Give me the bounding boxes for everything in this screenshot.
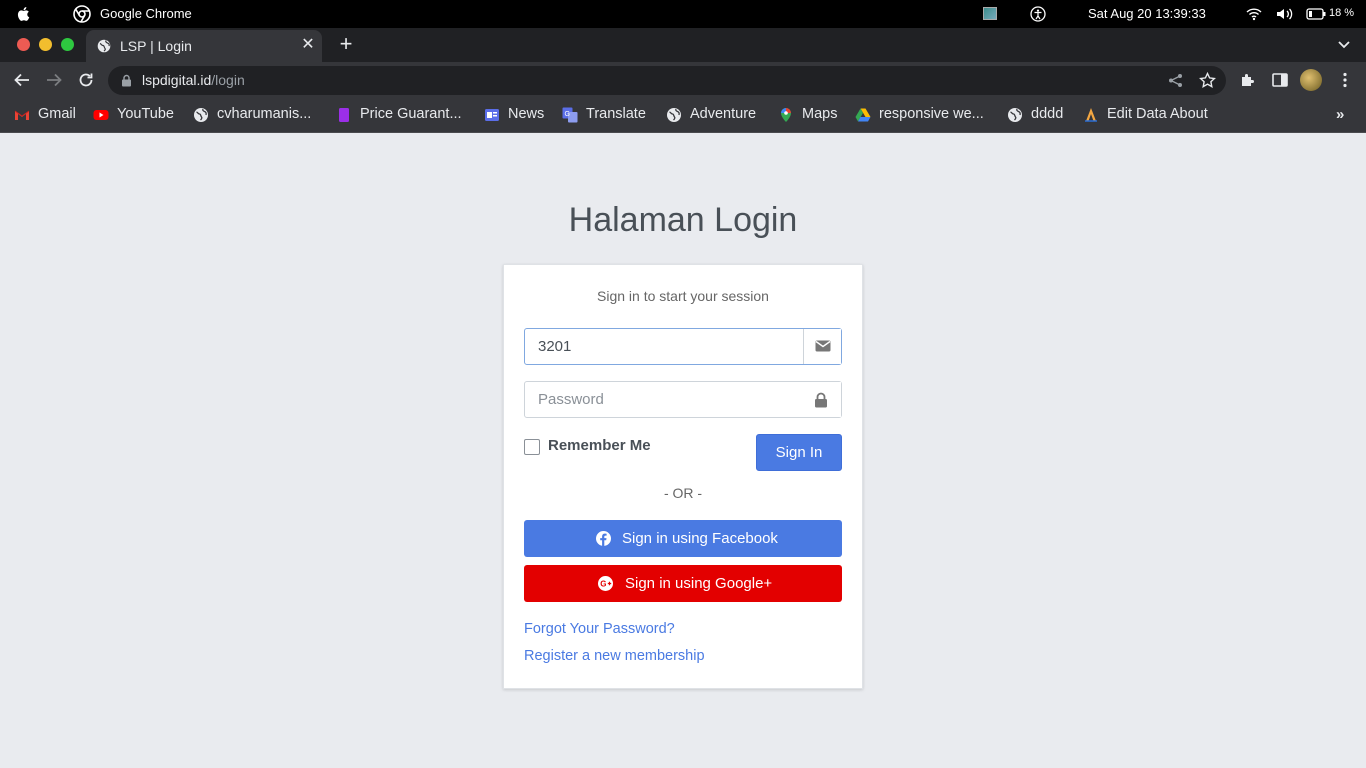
svg-text:G: G xyxy=(600,580,606,589)
google-translate-icon: G xyxy=(562,107,578,123)
google-maps-icon xyxy=(781,108,791,122)
bookmark-label: Translate xyxy=(586,106,646,122)
tab-active[interactable]: LSP | Login ✕ xyxy=(86,30,322,62)
window-minimize-button[interactable] xyxy=(39,38,52,51)
side-panel-icon[interactable] xyxy=(1271,71,1289,89)
share-icon[interactable] xyxy=(1168,73,1183,88)
tab-close-icon[interactable]: ✕ xyxy=(300,36,316,54)
password-field[interactable] xyxy=(524,381,842,418)
reload-icon[interactable] xyxy=(77,71,95,89)
bookmark-star-icon[interactable] xyxy=(1199,72,1216,89)
volume-icon[interactable] xyxy=(1276,7,1294,21)
bookmark-label: Adventure xyxy=(690,106,757,122)
bookmark-label: dddd xyxy=(1031,106,1064,122)
new-tab-button[interactable]: + xyxy=(336,33,356,55)
profile-avatar[interactable] xyxy=(1300,69,1322,91)
login-message: Sign in to start your session xyxy=(597,288,769,304)
lock-icon xyxy=(815,392,827,408)
battery-percent: 18 % xyxy=(1329,7,1355,19)
tray-app-icon[interactable] xyxy=(983,7,997,20)
more-bookmarks-button[interactable]: » xyxy=(1336,106,1344,123)
gmail-icon xyxy=(14,110,30,120)
chrome-icon xyxy=(73,5,91,23)
password-input[interactable] xyxy=(526,383,804,416)
google-signin-label: Sign in using Google+ xyxy=(625,575,773,592)
password-addon xyxy=(803,382,841,417)
bookmark-label: Maps xyxy=(802,106,838,122)
facebook-signin-button[interactable]: Sign in using Facebook xyxy=(524,520,842,557)
forgot-password-link[interactable]: Forgot Your Password? xyxy=(524,621,675,637)
lock-icon[interactable] xyxy=(121,74,132,87)
bookmarks-bar: Gmail YouTube cvharumanis... Price Guara… xyxy=(0,98,1366,133)
google-plus-icon: G xyxy=(598,576,613,591)
extensions-icon[interactable] xyxy=(1239,71,1257,89)
google-news-icon xyxy=(485,109,499,121)
page-content: Halaman Login Sign in to start your sess… xyxy=(0,133,1366,768)
apple-icon[interactable] xyxy=(15,5,33,23)
browser-toolbar: lspdigital.id/login xyxy=(0,62,1366,98)
battery-icon[interactable] xyxy=(1306,7,1326,21)
wifi-icon[interactable] xyxy=(1246,7,1262,21)
globe-icon xyxy=(1008,108,1022,122)
url-host: lspdigital.id xyxy=(142,72,212,88)
accessibility-icon[interactable] xyxy=(1030,6,1046,22)
tab-title: LSP | Login xyxy=(120,38,192,54)
bookmark-purple-icon xyxy=(339,108,349,122)
clock[interactable]: Sat Aug 20 13:39:33 xyxy=(1088,6,1206,21)
forward-icon[interactable] xyxy=(45,71,63,89)
active-app-name[interactable]: Google Chrome xyxy=(100,6,192,21)
more-menu-icon[interactable] xyxy=(1336,71,1354,89)
url-text[interactable]: lspdigital.id/login xyxy=(142,72,245,88)
url-path: /login xyxy=(211,72,245,88)
page-title: Halaman Login xyxy=(568,201,798,239)
email-addon xyxy=(803,329,841,364)
globe-icon xyxy=(194,108,208,122)
window-close-button[interactable] xyxy=(17,38,30,51)
remember-me-checkbox[interactable] xyxy=(524,439,540,455)
window-maximize-button[interactable] xyxy=(61,38,74,51)
chevron-down-icon[interactable] xyxy=(1336,36,1352,52)
bookmark-label: Price Guarant... xyxy=(360,106,462,122)
email-field[interactable] xyxy=(524,328,842,365)
svg-text:G: G xyxy=(565,111,570,118)
back-icon[interactable] xyxy=(13,71,31,89)
or-divider: - OR - xyxy=(663,485,703,501)
globe-icon xyxy=(667,108,681,122)
google-signin-button[interactable]: G Sign in using Google+ xyxy=(524,565,842,602)
address-bar[interactable]: lspdigital.id/login xyxy=(108,66,1226,95)
bookmark-label: Edit Data About xyxy=(1107,106,1208,122)
app-icon xyxy=(1085,108,1097,122)
youtube-icon xyxy=(93,110,109,120)
bookmark-label: Gmail xyxy=(38,106,76,122)
globe-icon xyxy=(97,39,111,53)
envelope-icon xyxy=(815,340,831,352)
bookmark-label: YouTube xyxy=(117,106,174,122)
google-drive-icon xyxy=(855,108,871,122)
tab-strip: LSP | Login ✕ + xyxy=(0,28,1366,62)
bookmark-label: News xyxy=(508,106,545,122)
email-input[interactable] xyxy=(526,330,804,363)
register-link[interactable]: Register a new membership xyxy=(524,648,705,664)
facebook-icon xyxy=(596,531,611,546)
remember-me-label[interactable]: Remember Me xyxy=(548,437,651,454)
login-card: Sign in to start your session Remember M… xyxy=(503,264,863,689)
system-menubar: Google Chrome Sat Aug 20 13:39:33 18 % xyxy=(0,0,1366,28)
sign-in-button[interactable]: Sign In xyxy=(756,434,842,471)
facebook-signin-label: Sign in using Facebook xyxy=(622,530,778,547)
bookmark-label: responsive we... xyxy=(879,106,984,122)
bookmark-label: cvharumanis... xyxy=(217,106,312,122)
